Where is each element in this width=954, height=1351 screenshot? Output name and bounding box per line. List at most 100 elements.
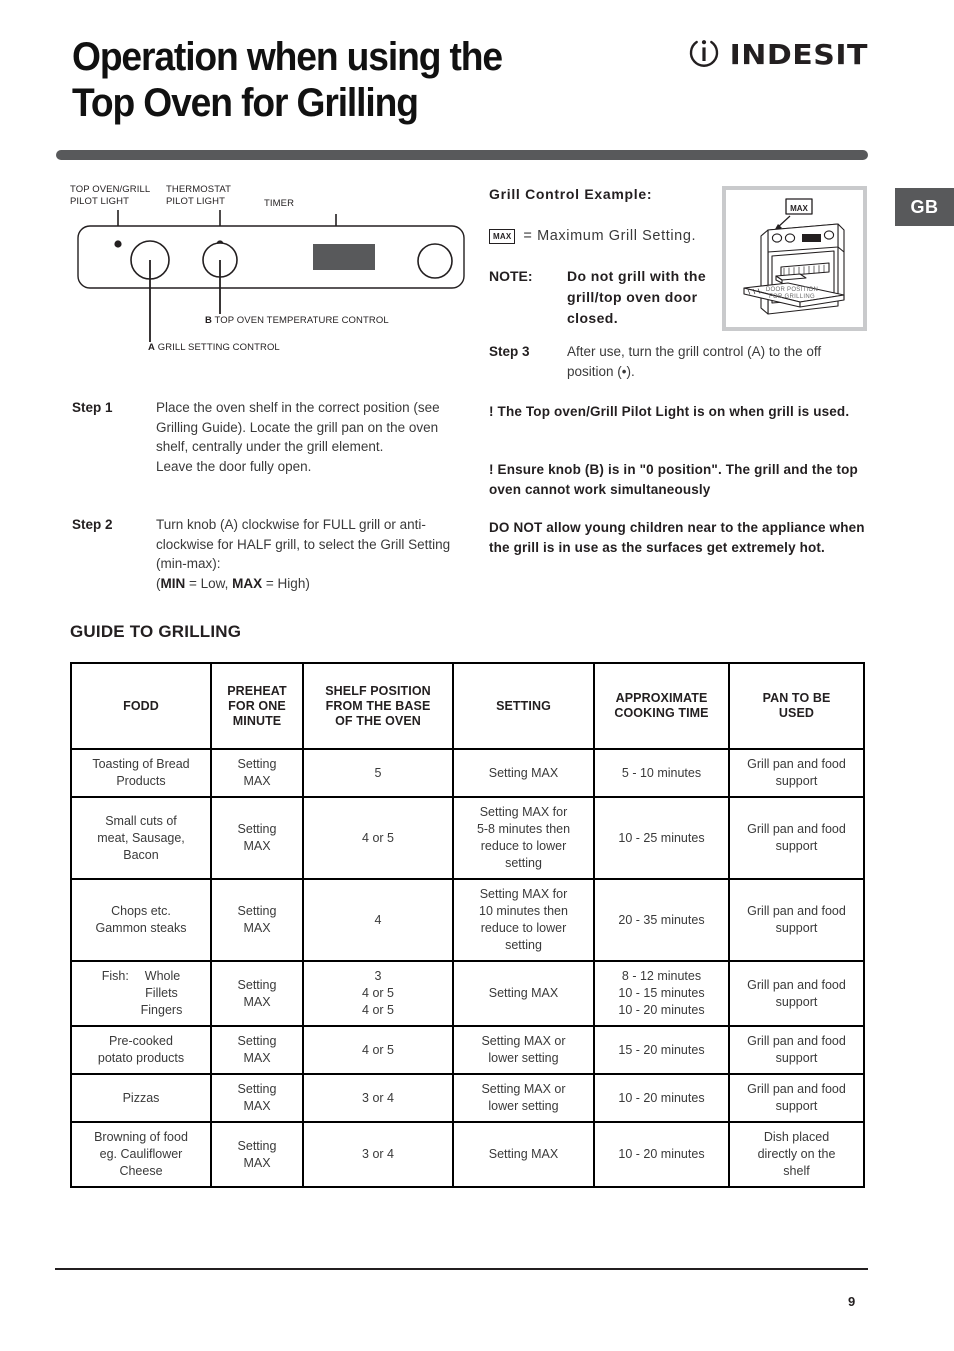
page-title-line-1: Operation when using the [72, 35, 503, 79]
column-header-food: FODD [70, 662, 212, 750]
page-title-line-2: Top Oven for Grilling [72, 81, 419, 125]
indesit-i-circle-icon [687, 36, 721, 75]
table-cell-food: Pre-cooked potato products [70, 1025, 212, 1075]
step-2-min-value: = Low, [185, 575, 233, 591]
brand-name: INDESIT [729, 39, 868, 72]
callout-b-letter: B [205, 315, 212, 326]
table-row: Toasting of Bread Products Setting MAX 5 Se… [70, 748, 865, 798]
max-definition-text: = Maximum Grill Setting. [523, 228, 697, 244]
table-cell-shelf: 3 4 or 5 4 or 5 [302, 960, 454, 1027]
door-caption-line-1: DOOR POSITION [766, 287, 818, 293]
header-divider-rule [56, 150, 868, 160]
table-cell-pan: Grill pan and food support [728, 1073, 865, 1123]
step-2-min-token: MIN [160, 575, 186, 591]
table-cell-setting: Setting MAX [452, 960, 595, 1027]
note-label: NOTE: [489, 268, 533, 284]
column-header-pan: PAN TO BE USED [728, 662, 865, 750]
table-cell-pan: Dish placed directly on the shelf [728, 1121, 865, 1188]
column-header-shelf: SHELF POSITION FROM THE BASE OF THE OVEN [302, 662, 454, 750]
column-header-preheat: PREHEAT FOR ONE MINUTE [210, 662, 304, 750]
table-cell-time: 15 - 20 minutes [593, 1025, 730, 1075]
page-title: Operation when using the Top Oven for Gr… [72, 34, 630, 126]
step-3-block: Step 3 After use, turn the grill control… [489, 342, 869, 381]
table-cell-time: 8 - 12 minutes 10 - 15 minutes 10 - 20 m… [593, 960, 730, 1027]
table-cell-shelf: 4 or 5 [302, 1025, 454, 1075]
step-2-max-value: = High) [262, 575, 310, 591]
table-cell-time: 5 - 10 minutes [593, 748, 730, 798]
warning-pilot-light: ! The Top oven/Grill Pilot Light is on w… [489, 404, 850, 419]
table-row: Chops etc. Gammon steaks Setting MAX 4 Sett… [70, 878, 865, 962]
table-cell-time: 10 - 20 minutes [593, 1073, 730, 1123]
warning-knob-zero-position: ! Ensure knob (B) is in "0 position". Th… [489, 462, 858, 497]
step-2-block: Step 2 Turn knob (A) clockwise for FULL … [72, 515, 472, 593]
step-1-block: Step 1 Place the oven shelf in the corre… [72, 398, 472, 476]
step-1-text: Place the oven shelf in the correct posi… [156, 400, 440, 474]
grill-control-example-heading: Grill Control Example: [489, 186, 653, 202]
control-panel-svg [77, 210, 465, 342]
table-cell-pan: Grill pan and food support [728, 878, 865, 962]
step-2-text: Turn knob (A) clockwise for FULL grill o… [156, 515, 472, 593]
max-setting-legend: MAX = Maximum Grill Setting. [489, 228, 696, 244]
table-row: Small cuts of meat, Sausage, Bacon Settin… [70, 796, 865, 880]
table-cell-pan: Grill pan and food support [728, 1025, 865, 1075]
footer-divider-rule [55, 1268, 868, 1270]
warning-do-not-token: DO NOT [489, 520, 543, 535]
step-2-label: Step 2 [72, 517, 113, 532]
guide-to-grilling-heading: GUIDE TO GRILLING [70, 622, 242, 641]
table-cell-pan: Grill pan and food support [728, 960, 865, 1027]
table-cell-shelf: 5 [302, 748, 454, 798]
page-number: 9 [848, 1294, 856, 1309]
step-3-label: Step 3 [489, 344, 530, 359]
oven-door-position-illustration: MAX DOOR POSITION FOR GRILLING [722, 186, 867, 331]
step-2-max-token: MAX [232, 575, 263, 591]
table-cell-preheat: Setting MAX [210, 1121, 304, 1188]
note-block: NOTE: Do not grill with the grill/top ov… [489, 266, 729, 329]
table-cell-time: 10 - 25 minutes [593, 796, 730, 880]
oven-illustration-svg: MAX DOOR POSITION FOR GRILLING [743, 198, 845, 315]
table-cell-setting: Setting MAX for 10 minutes then reduce t… [452, 878, 595, 962]
table-cell-setting: Setting MAX or lower setting [452, 1025, 595, 1075]
table-cell-food: Pizzas [70, 1073, 212, 1123]
callout-a-letter: A [148, 342, 155, 353]
grilling-guide-table: FODD PREHEAT FOR ONE MINUTE SHELF POSITI… [70, 662, 865, 1188]
table-cell-shelf: 4 [302, 878, 454, 962]
callout-b-text: TOP OVEN TEMPERATURE CONTROL [214, 315, 389, 326]
control-panel-diagram: TOP OVEN/GRILL PILOT LIGHT THERMOSTAT PI… [60, 182, 480, 362]
column-header-setting: SETTING [452, 662, 595, 750]
oven-max-callout-text: MAX [790, 204, 808, 213]
region-tab-gb: GB [895, 188, 954, 226]
table-cell-shelf: 3 or 4 [302, 1121, 454, 1188]
table-cell-food: Browning of food eg. Cauliflower Cheese [70, 1121, 212, 1188]
table-cell-preheat: Setting MAX [210, 796, 304, 880]
table-cell-pan: Grill pan and food support [728, 796, 865, 880]
warning-children-text: allow young children near to the applian… [489, 520, 865, 555]
step-1-label: Step 1 [72, 400, 113, 415]
table-cell-shelf: 3 or 4 [302, 1073, 454, 1123]
table-row: Browning of food eg. Cauliflower Cheese S… [70, 1121, 865, 1188]
table-cell-preheat: Setting MAX [210, 878, 304, 962]
column-header-time: APPROXIMATE COOKING TIME [593, 662, 730, 750]
table-row: Pre-cooked potato products Setting MAX 4 o… [70, 1025, 865, 1075]
table-cell-preheat: Setting MAX [210, 960, 304, 1027]
table-cell-food: Fish: Whole Fillets Fingers [70, 960, 212, 1027]
callout-b-top-oven-temperature-control: B TOP OVEN TEMPERATURE CONTROL [205, 315, 389, 327]
table-cell-shelf: 4 or 5 [302, 796, 454, 880]
warning-children-hot-surfaces: DO NOT allow young children near to the … [489, 518, 874, 557]
table-cell-preheat: Setting MAX [210, 1073, 304, 1123]
table-cell-setting: Setting MAX or lower setting [452, 1073, 595, 1123]
note-text: Do not grill with the grill/top oven doo… [567, 268, 707, 326]
door-caption-line-2: FOR GRILLING [769, 294, 815, 300]
table-cell-food: Small cuts of meat, Sausage, Bacon [70, 796, 212, 880]
callout-a-grill-setting-control: A GRILL SETTING CONTROL [148, 342, 280, 354]
table-row: Pizzas Setting MAX 3 or 4 Setting MAX or lo… [70, 1073, 865, 1123]
brand-logo: INDESIT [687, 36, 868, 75]
table-cell-setting: Setting MAX [452, 1121, 595, 1188]
table-cell-setting: Setting MAX [452, 748, 595, 798]
table-cell-time: 10 - 20 minutes [593, 1121, 730, 1188]
table-header-row: FODD PREHEAT FOR ONE MINUTE SHELF POSITI… [70, 662, 865, 750]
table-cell-setting: Setting MAX for 5-8 minutes then reduce … [452, 796, 595, 880]
table-cell-preheat: Setting MAX [210, 1025, 304, 1075]
table-cell-preheat: Setting MAX [210, 748, 304, 798]
callout-a-text: GRILL SETTING CONTROL [157, 342, 280, 353]
max-chip-icon: MAX [489, 228, 516, 244]
